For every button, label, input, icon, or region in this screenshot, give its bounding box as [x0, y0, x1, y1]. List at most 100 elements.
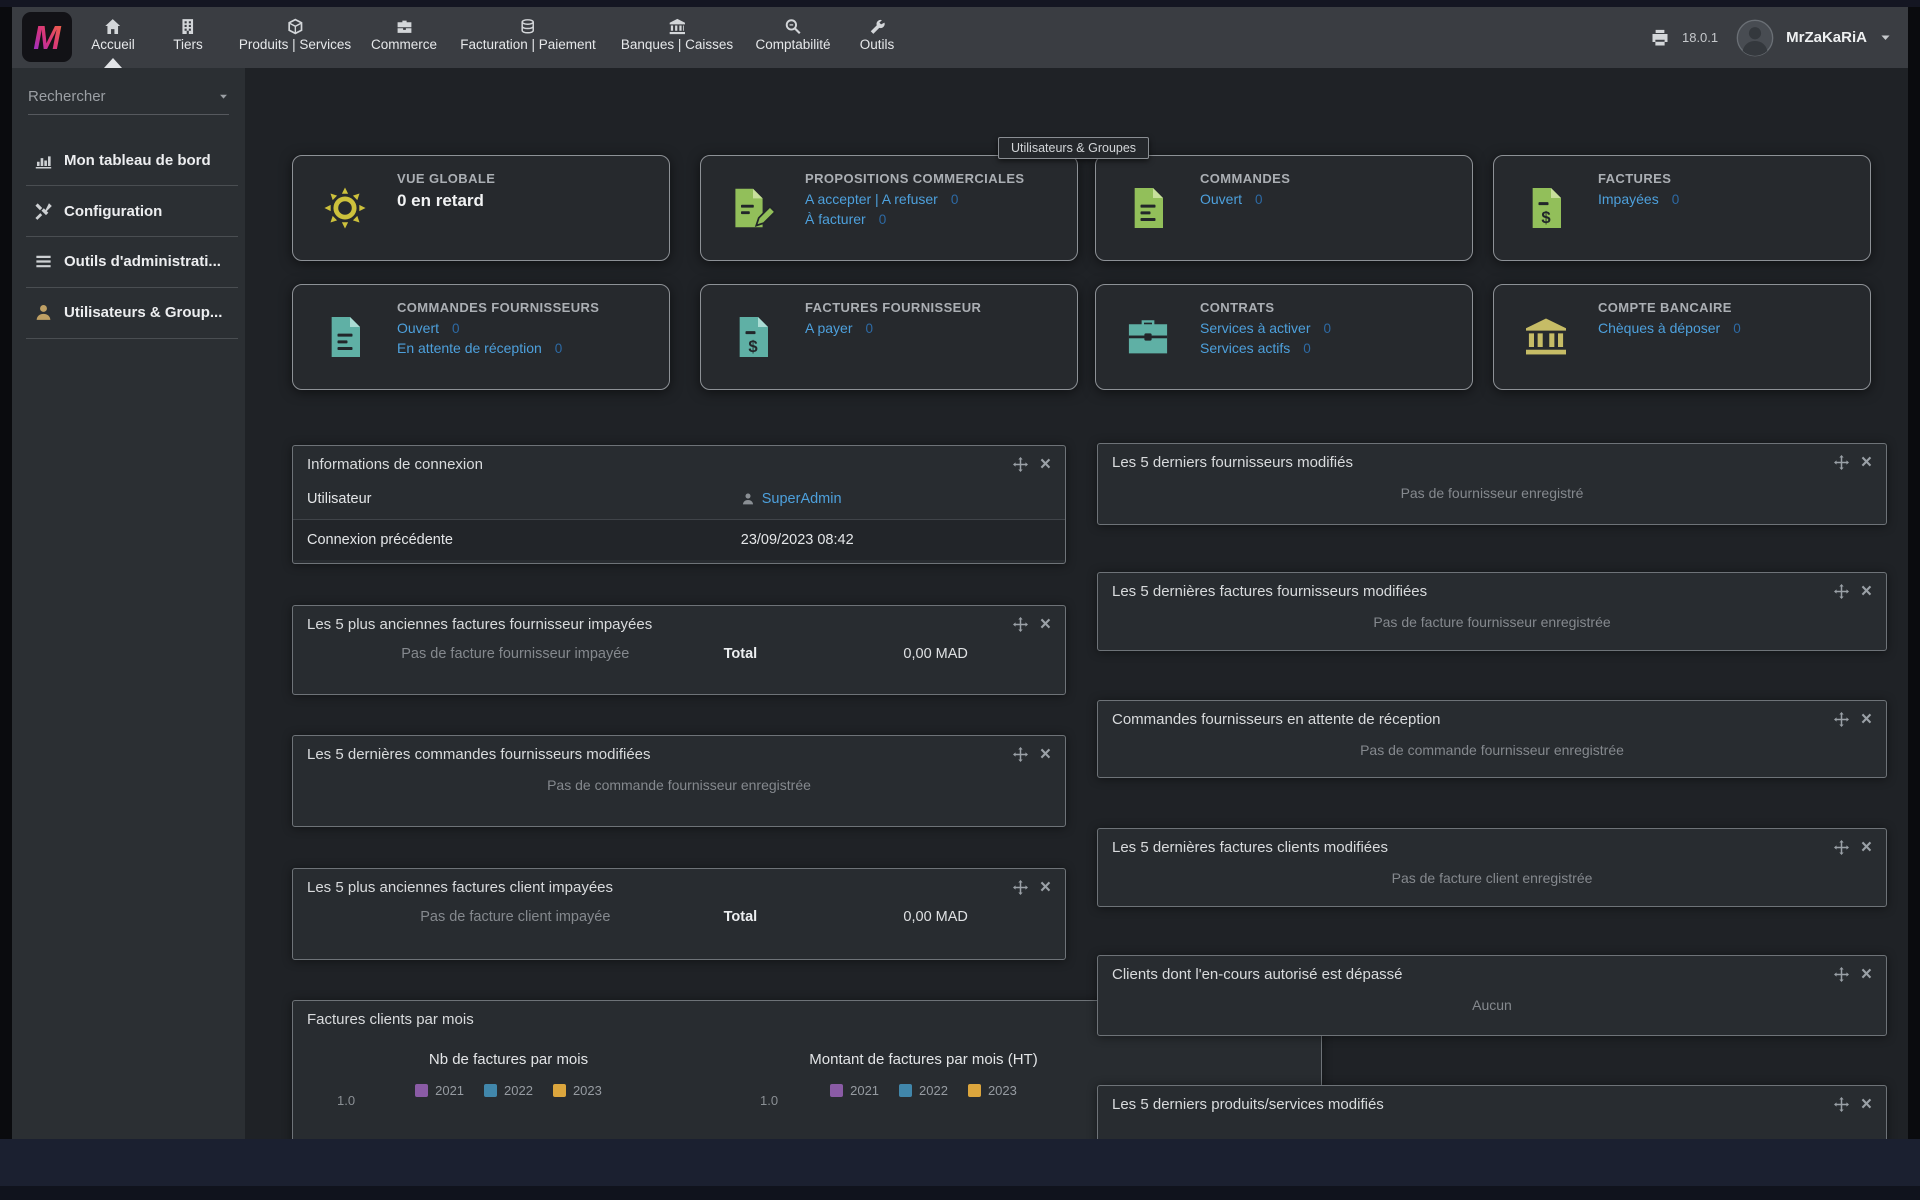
total-value: 0,00 MAD	[820, 646, 1051, 662]
document-icon	[1096, 156, 1200, 260]
dolibarr-dashboard: M Accueil Tiers Produits | Services Comm…	[0, 0, 1920, 1200]
tooltip: Utilisateurs & Groupes	[998, 137, 1149, 159]
empty-text: Aucun	[1098, 988, 1886, 1013]
bottom-edge	[0, 1186, 1920, 1200]
widget-title: Commandes fournisseurs en attente de réc…	[1112, 711, 1834, 728]
legend-swatch-2022	[899, 1084, 912, 1097]
chart-montant-factures: Montant de factures par mois (HT) 2021 2…	[716, 1051, 1131, 1098]
move-icon[interactable]	[1834, 840, 1849, 855]
kpi-link[interactable]: Ouvert	[397, 320, 439, 336]
kpi-link[interactable]: A accepter | A refuser	[805, 191, 938, 207]
kpi-title: FACTURES FOURNISSEUR	[805, 300, 1069, 315]
widget-title: Les 5 derniers fournisseurs modifiés	[1112, 454, 1834, 471]
empty-text: Pas de commande fournisseur enregistrée	[293, 768, 1065, 793]
widget-oldest-customer-invoices: Les 5 plus anciennes factures client imp…	[292, 868, 1066, 960]
widget-last-suppliers: Les 5 derniers fournisseurs modifiés × P…	[1097, 443, 1887, 525]
kpi-link[interactable]: En attente de réception	[397, 340, 542, 356]
move-icon[interactable]	[1834, 455, 1849, 470]
svg-text:$: $	[1541, 208, 1551, 227]
widget-title: Les 5 dernières commandes fournisseurs m…	[307, 746, 1013, 763]
kpi-title: VUE GLOBALE	[397, 171, 661, 186]
kpi-title: CONTRATS	[1200, 300, 1464, 315]
row-label: Utilisateur	[293, 491, 371, 507]
kpi-factures-fournisseur: $ FACTURES FOURNISSEUR A payer 0	[700, 284, 1078, 390]
kpi-link[interactable]: À facturer	[805, 211, 866, 227]
kpi-link[interactable]: Chèques à déposer	[1598, 320, 1720, 336]
kpi-title: COMMANDES FOURNISSEURS	[397, 300, 661, 315]
document-edit-icon	[701, 156, 805, 260]
move-icon[interactable]	[1834, 584, 1849, 599]
legend-swatch-2023	[553, 1084, 566, 1097]
total-label: Total	[724, 646, 821, 662]
chart-title: Nb de factures par mois	[301, 1051, 716, 1068]
document-dollar-icon: $	[1494, 156, 1598, 260]
user-link[interactable]: SuperAdmin	[762, 491, 842, 507]
legend-swatch-2022	[484, 1084, 497, 1097]
bottom-band	[0, 1139, 1920, 1186]
legend-item: 2021	[830, 1083, 879, 1098]
move-icon[interactable]	[1013, 457, 1028, 472]
kpi-count[interactable]: 0	[1323, 321, 1331, 336]
kpi-link[interactable]: A payer	[805, 320, 852, 336]
close-icon[interactable]: ×	[1861, 841, 1872, 855]
widget-oldest-supplier-invoices: Les 5 plus anciennes factures fournisseu…	[292, 605, 1066, 695]
kpi-commandes: COMMANDES Ouvert 0	[1095, 155, 1473, 261]
empty-text: Pas de fournisseur enregistré	[1098, 476, 1886, 501]
legend-item: 2022	[899, 1083, 948, 1098]
chart-legend: 2021 2022 2023	[716, 1083, 1131, 1098]
kpi-count[interactable]: 0	[865, 321, 873, 336]
right-edge	[1908, 7, 1920, 1200]
widget-connexion-info: Informations de connexion × Utilisateur …	[292, 445, 1066, 564]
table-row: Connexion précédente 23/09/2023 08:42	[293, 519, 1065, 560]
widget-title: Les 5 dernières factures fournisseurs mo…	[1112, 583, 1834, 600]
contract-briefcase-icon	[1096, 285, 1200, 389]
chart-legend: 2021 2022 2023	[301, 1083, 716, 1098]
kpi-count[interactable]: 0	[879, 212, 887, 227]
close-icon[interactable]: ×	[1861, 1098, 1872, 1112]
move-icon[interactable]	[1013, 617, 1028, 632]
move-icon[interactable]	[1834, 1097, 1849, 1112]
widget-title: Les 5 dernières factures clients modifié…	[1112, 839, 1834, 856]
table-row: Pas de facture fournisseur impayée Total…	[293, 638, 1065, 662]
bank-icon	[1494, 285, 1598, 389]
move-icon[interactable]	[1013, 747, 1028, 762]
document-dollar-icon: $	[701, 285, 805, 389]
kpi-count[interactable]: 0	[1672, 192, 1680, 207]
move-icon[interactable]	[1013, 880, 1028, 895]
kpi-link[interactable]: Services actifs	[1200, 340, 1290, 356]
widget-title: Clients dont l'en-cours autorisé est dép…	[1112, 966, 1834, 983]
widget-customers-over-limit: Clients dont l'en-cours autorisé est dép…	[1097, 955, 1887, 1036]
kpi-count[interactable]: 0	[951, 192, 959, 207]
axis-tick: 1.0	[760, 1093, 778, 1108]
empty-text: Pas de facture client impayée	[307, 909, 724, 925]
close-icon[interactable]: ×	[1861, 713, 1872, 727]
empty-text: Pas de commande fournisseur enregistrée	[1098, 733, 1886, 758]
close-icon[interactable]: ×	[1040, 458, 1051, 472]
legend-swatch-2021	[830, 1084, 843, 1097]
kpi-count[interactable]: 0	[1255, 192, 1263, 207]
kpi-count[interactable]: 0	[555, 341, 563, 356]
empty-text: Pas de facture fournisseur enregistrée	[1098, 605, 1886, 630]
close-icon[interactable]: ×	[1040, 618, 1051, 632]
close-icon[interactable]: ×	[1861, 968, 1872, 982]
move-icon[interactable]	[1834, 967, 1849, 982]
row-label: Connexion précédente	[293, 532, 453, 548]
widget-pending-supplier-orders: Commandes fournisseurs en attente de réc…	[1097, 700, 1887, 778]
axis-tick: 1.0	[337, 1093, 355, 1108]
kpi-count[interactable]: 0	[1303, 341, 1311, 356]
sun-icon	[293, 156, 397, 260]
close-icon[interactable]: ×	[1040, 748, 1051, 762]
kpi-count[interactable]: 0	[1733, 321, 1741, 336]
kpi-link[interactable]: Ouvert	[1200, 191, 1242, 207]
widget-last-supplier-invoices: Les 5 dernières factures fournisseurs mo…	[1097, 572, 1887, 651]
kpi-link[interactable]: Impayées	[1598, 191, 1659, 207]
close-icon[interactable]: ×	[1861, 585, 1872, 599]
kpi-link[interactable]: Services à activer	[1200, 320, 1310, 336]
widget-title: Les 5 plus anciennes factures client imp…	[307, 879, 1013, 896]
kpi-compte-bancaire: COMPTE BANCAIRE Chèques à déposer0	[1493, 284, 1871, 390]
close-icon[interactable]: ×	[1861, 456, 1872, 470]
close-icon[interactable]: ×	[1040, 881, 1051, 895]
kpi-count[interactable]: 0	[452, 321, 460, 336]
move-icon[interactable]	[1834, 712, 1849, 727]
kpi-title: COMMANDES	[1200, 171, 1464, 186]
